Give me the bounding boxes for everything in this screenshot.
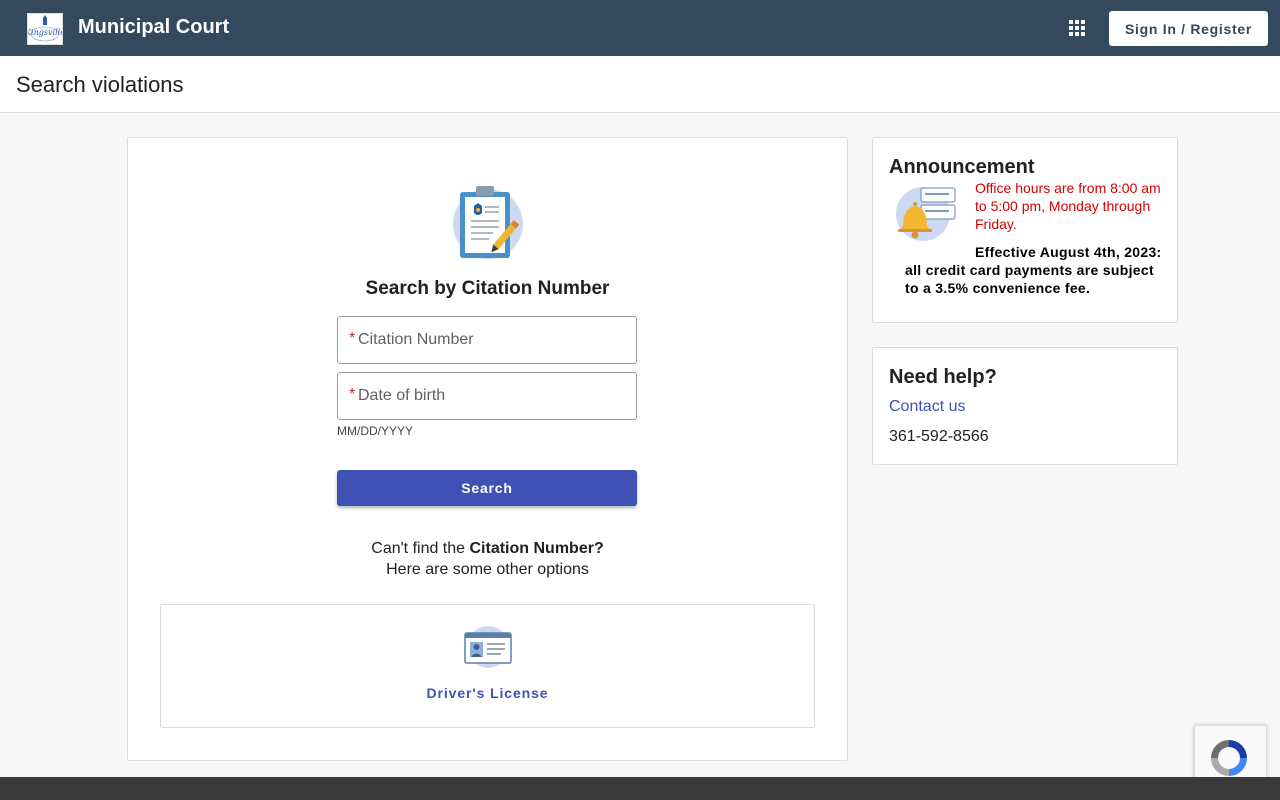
search-heading: Search by Citation Number [365, 278, 610, 299]
contact-us-link[interactable]: Contact us [889, 398, 965, 416]
other-options-text: Can't find the Citation Number? Here are… [128, 538, 847, 580]
date-of-birth-field[interactable]: * [337, 372, 637, 420]
phone-number: 361-592-8566 [889, 428, 989, 445]
date-format-hint: MM/DD/YYYY [337, 424, 414, 438]
drivers-license-option[interactable]: Driver's License [160, 604, 815, 728]
announcement-card: Announcement Office hours are from 8:00 … [872, 137, 1178, 323]
citation-number-field[interactable]: * [337, 316, 637, 364]
page-title: Search violations [16, 72, 184, 97]
bell-notification-icon [896, 187, 956, 241]
required-asterisk: * [349, 330, 356, 347]
office-hours-text: Office hours are from 8:00 am to 5:00 pm… [975, 180, 1161, 232]
cant-find-citation: Citation Number? [469, 540, 604, 557]
drivers-license-label[interactable]: Driver's License [161, 685, 814, 701]
required-asterisk: * [349, 386, 356, 403]
announcement-title: Announcement [889, 156, 1035, 178]
recaptcha-icon [1211, 740, 1247, 776]
page-header: Search violations [0, 56, 1280, 113]
search-card: Search by Citation Number * * MM/DD/YYYY… [127, 137, 848, 761]
drivers-license-icon [464, 626, 512, 668]
help-card: Need help? Contact us 361-592-8566 [872, 347, 1178, 465]
top-app-bar: Kingsville Municipal Court Sign In / Reg… [0, 0, 1280, 56]
date-of-birth-input[interactable] [358, 373, 628, 419]
clipboard-badge-icon [453, 186, 523, 259]
svg-text:Kingsville: Kingsville [28, 28, 62, 37]
citation-number-input[interactable] [358, 317, 628, 363]
app-title[interactable]: Municipal Court [78, 16, 229, 39]
page-footer [0, 777, 1280, 800]
convenience-fee-text: Effective August 4th, 2023: all credit c… [905, 244, 1162, 296]
city-logo[interactable]: Kingsville [24, 13, 65, 45]
search-button[interactable]: Search [337, 470, 637, 506]
help-title: Need help? [889, 366, 997, 388]
apps-grid-icon[interactable] [1069, 20, 1085, 36]
sign-in-register-button[interactable]: Sign In / Register [1109, 11, 1268, 46]
other-options-label: Here are some other options [386, 561, 589, 578]
cant-find-prefix: Can't find the [371, 540, 470, 557]
